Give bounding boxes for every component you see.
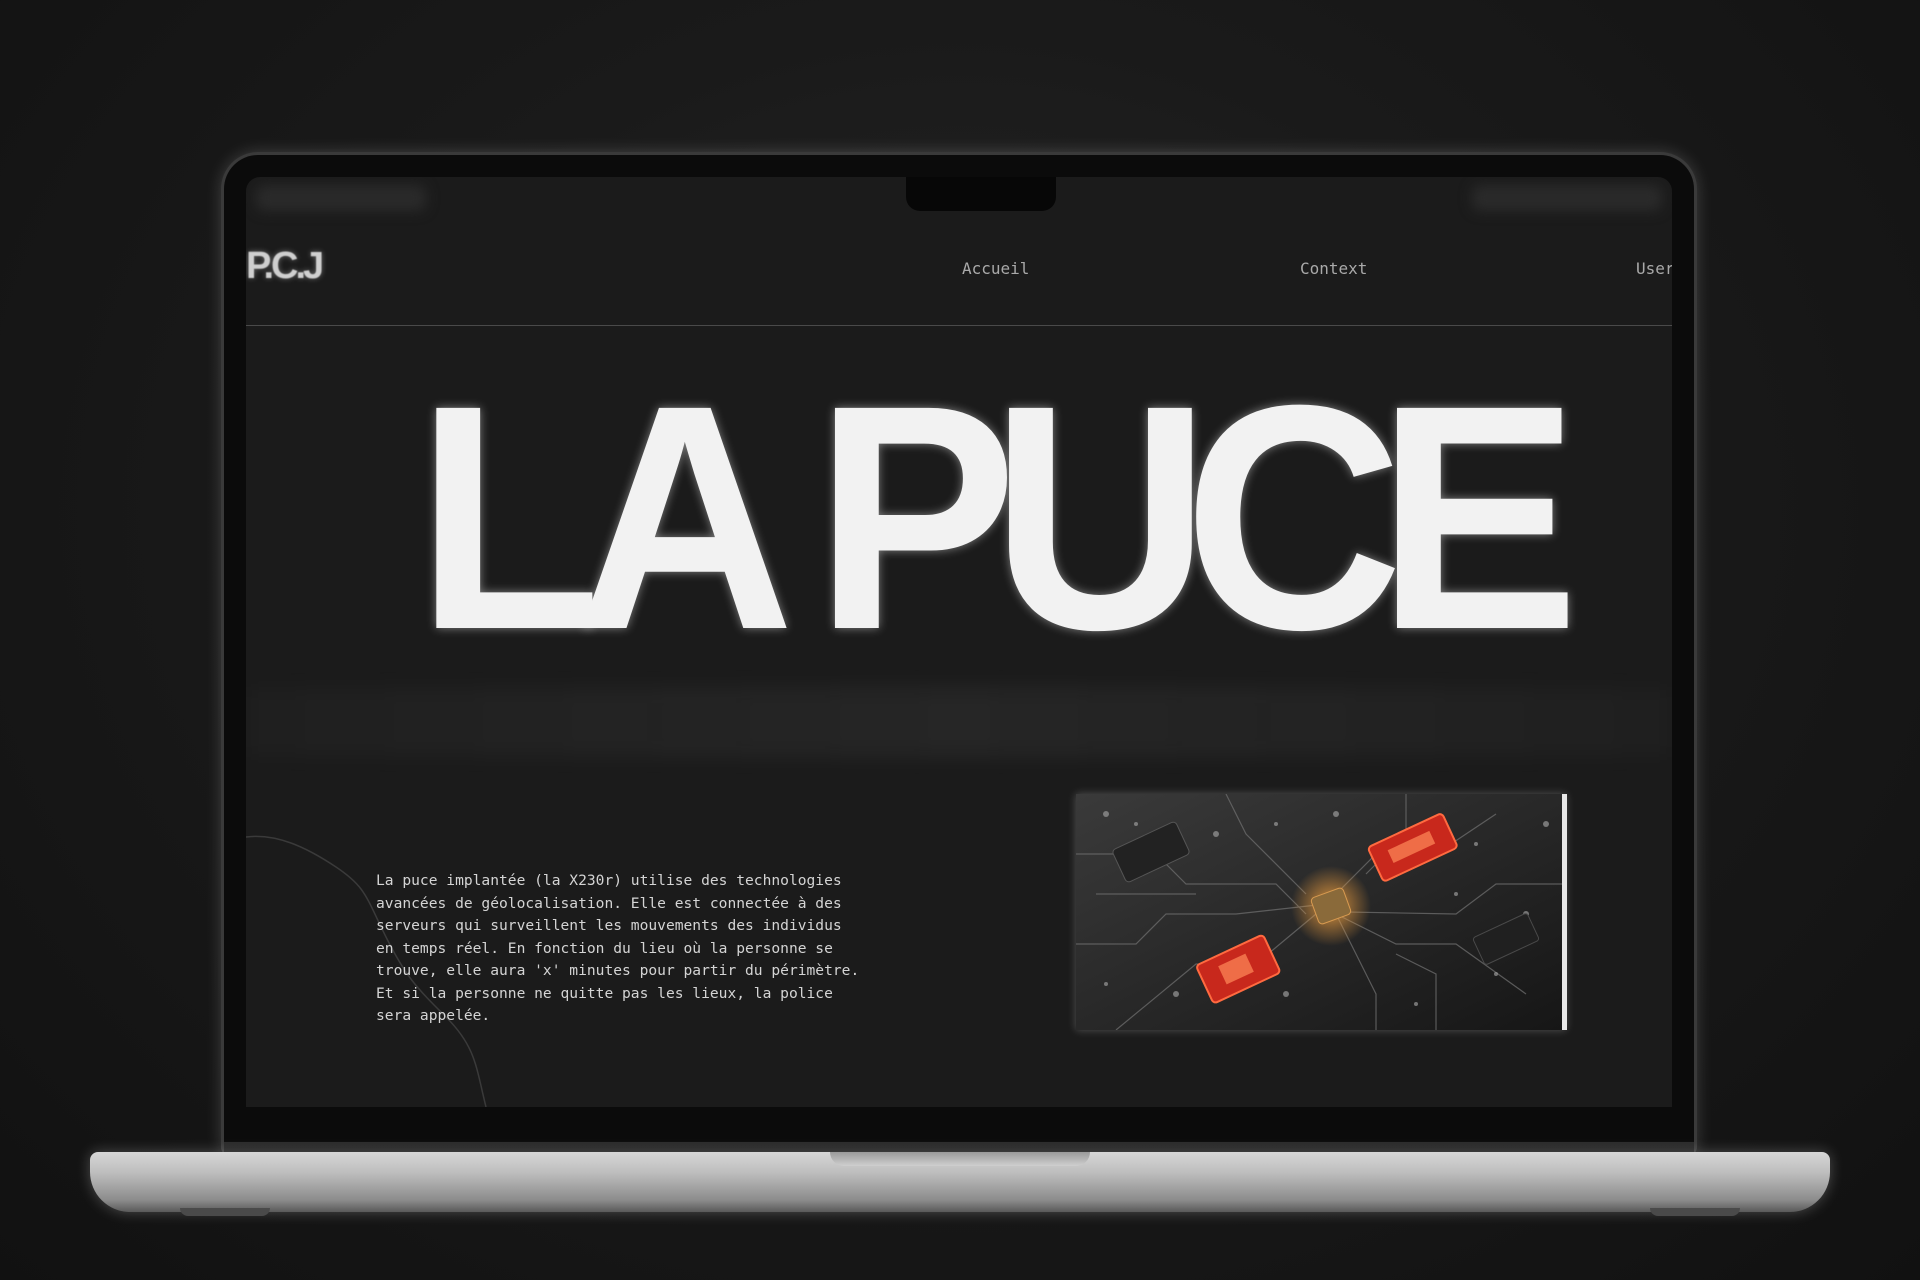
laptop-foot-right bbox=[1650, 1208, 1740, 1216]
nav-link-accueil[interactable]: Accueil bbox=[962, 259, 1029, 278]
laptop-foot-left bbox=[180, 1208, 270, 1216]
site-logo[interactable]: P.C.J bbox=[246, 245, 324, 288]
laptop-mockup-scene: P.C.J Accueil Context User LA PUCE La pu… bbox=[0, 0, 1920, 1280]
nav-link-context[interactable]: Context bbox=[1300, 259, 1367, 278]
ghost-text-band bbox=[246, 687, 1672, 757]
laptop-lid: P.C.J Accueil Context User LA PUCE La pu… bbox=[224, 155, 1694, 1153]
camera-notch bbox=[906, 177, 1056, 211]
image-edge-bar bbox=[1562, 794, 1567, 1030]
lid-open-notch bbox=[830, 1152, 1090, 1166]
hero-title: LA PUCE bbox=[416, 338, 1579, 696]
nav-link-user[interactable]: User bbox=[1636, 259, 1672, 278]
menu-bar-right-blur bbox=[1472, 185, 1662, 211]
laptop-screen: P.C.J Accueil Context User LA PUCE La pu… bbox=[246, 177, 1672, 1107]
site-navigation: P.C.J Accueil Context User bbox=[246, 217, 1672, 326]
menu-bar-left-blur bbox=[256, 185, 426, 211]
description-paragraph: La puce implantée (la X230r) utilise des… bbox=[376, 872, 860, 1024]
circuit-chip-image bbox=[1076, 794, 1566, 1030]
laptop-base bbox=[90, 1152, 1830, 1212]
